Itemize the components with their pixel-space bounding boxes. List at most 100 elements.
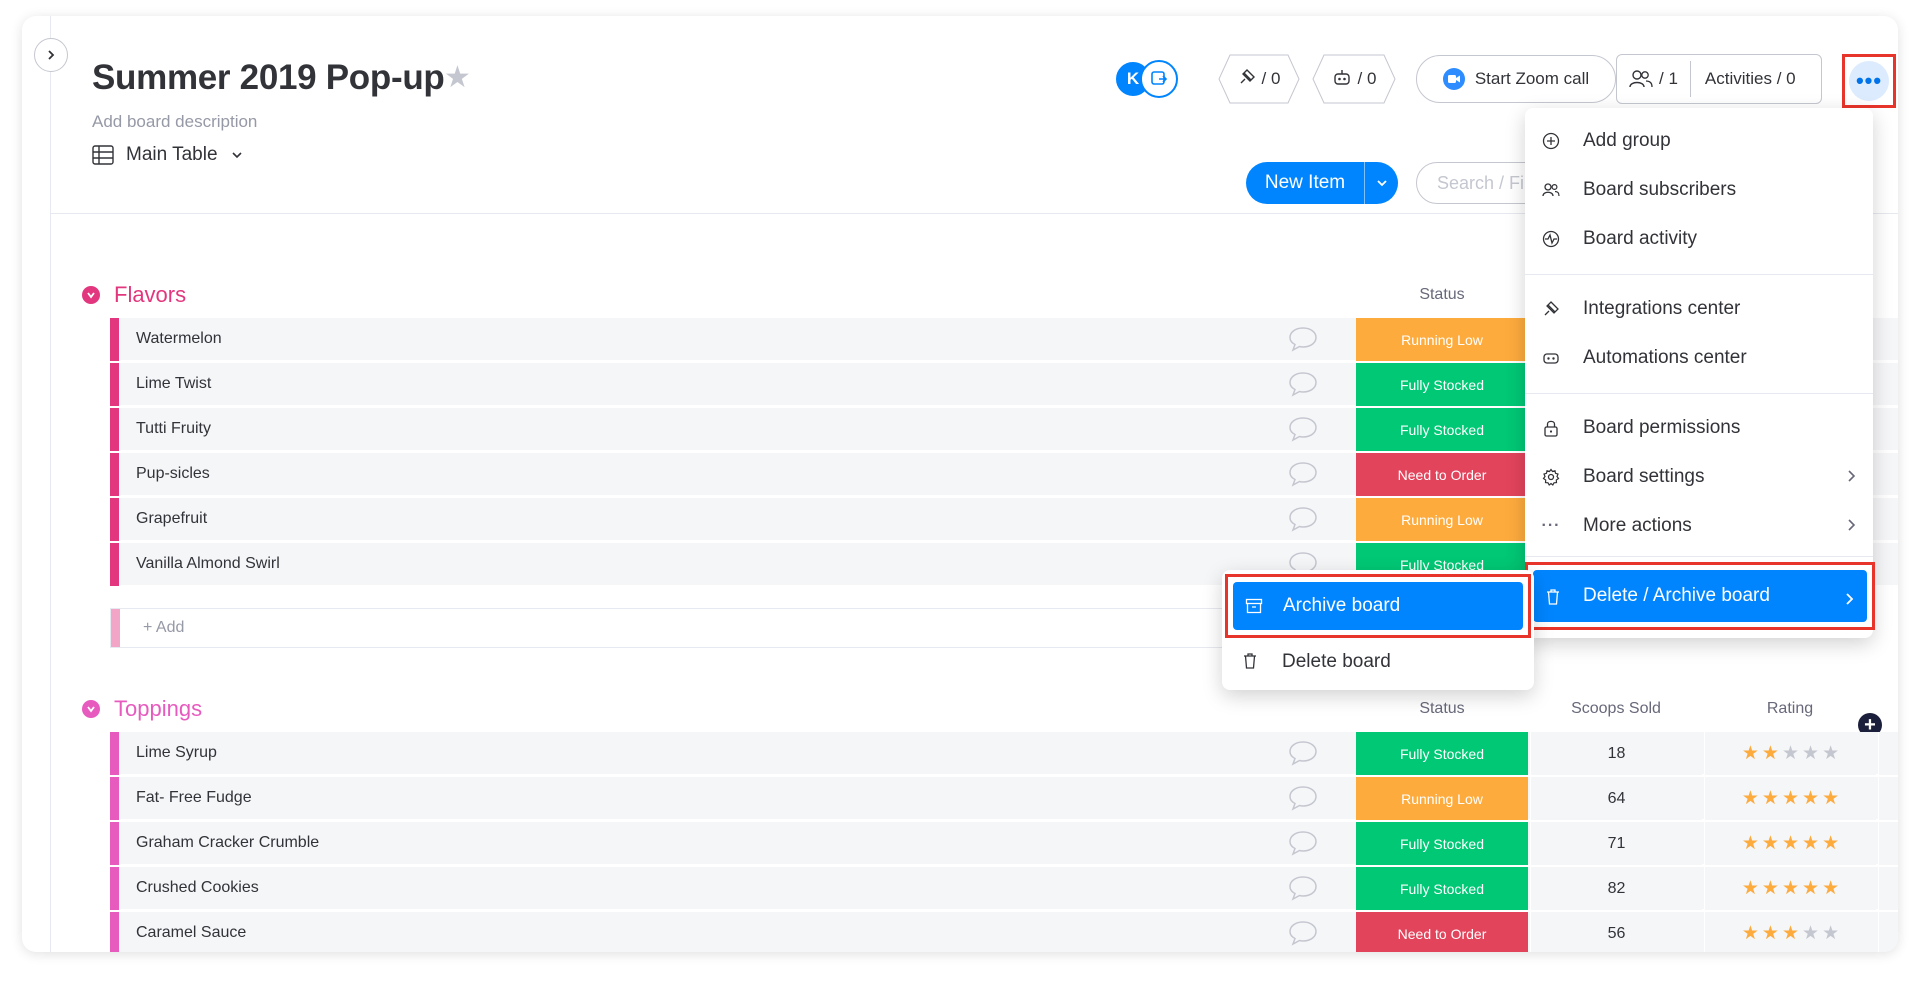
comment-icon[interactable] xyxy=(1288,506,1318,537)
scoops-cell[interactable]: 56 xyxy=(1530,912,1702,952)
rating-star-icon[interactable]: ★ xyxy=(1742,742,1759,765)
comment-icon[interactable] xyxy=(1288,326,1318,357)
item-name[interactable]: Caramel Sauce xyxy=(136,924,246,942)
rating-star-icon[interactable]: ★ xyxy=(1802,742,1819,765)
menu-item-automations-center[interactable]: Automations center xyxy=(1525,337,1873,379)
new-item-button[interactable]: New Item xyxy=(1246,162,1398,204)
comment-icon[interactable] xyxy=(1288,371,1318,402)
add-item-row[interactable]: + Add xyxy=(110,608,1310,648)
comment-icon[interactable] xyxy=(1288,461,1318,492)
rating-star-icon[interactable]: ★ xyxy=(1782,832,1799,855)
item-name[interactable]: Graham Cracker Crumble xyxy=(136,834,319,852)
column-header-status[interactable]: Status xyxy=(1356,286,1528,304)
collapse-group-icon[interactable] xyxy=(82,700,100,718)
table-row[interactable]: Lime Syrup Fully Stocked 18 ★ ★ ★ ★ ★ xyxy=(110,732,1898,775)
status-cell[interactable]: Running Low xyxy=(1356,498,1528,541)
members-button[interactable]: / 1 xyxy=(1617,69,1690,89)
favorite-star-icon[interactable]: ★ xyxy=(444,60,471,95)
rating-star-icon[interactable]: ★ xyxy=(1822,922,1839,945)
start-zoom-call-button[interactable]: Start Zoom call xyxy=(1416,55,1616,103)
scoops-cell[interactable]: 71 xyxy=(1530,822,1702,865)
item-name[interactable]: Lime Syrup xyxy=(136,744,217,762)
table-row[interactable]: Crushed Cookies Fully Stocked 82 ★ ★ ★ ★ ★ xyxy=(110,867,1898,910)
rating-star-icon[interactable]: ★ xyxy=(1742,877,1759,900)
item-name[interactable]: Crushed Cookies xyxy=(136,879,259,897)
rating-star-icon[interactable]: ★ xyxy=(1822,742,1839,765)
status-cell[interactable]: Need to Order xyxy=(1356,912,1528,952)
comment-icon[interactable] xyxy=(1288,785,1318,816)
menu-item-more-actions[interactable]: ··· More actions xyxy=(1525,505,1873,547)
rating-star-icon[interactable]: ★ xyxy=(1802,877,1819,900)
menu-item-board-permissions[interactable]: Board permissions xyxy=(1525,407,1873,449)
status-cell[interactable]: Fully Stocked xyxy=(1356,732,1528,775)
board-members-avatars[interactable]: K xyxy=(1114,60,1184,100)
table-row[interactable]: Graham Cracker Crumble Fully Stocked 71 ★ ★ ★… xyxy=(110,822,1898,865)
rating-cell[interactable]: ★ ★ ★ ★ ★ xyxy=(1704,732,1876,775)
status-cell[interactable]: Running Low xyxy=(1356,777,1528,820)
item-name[interactable]: Tutti Fruity xyxy=(136,420,211,438)
comment-icon[interactable] xyxy=(1288,416,1318,447)
group-title[interactable]: Flavors xyxy=(114,282,186,308)
rating-star-icon[interactable]: ★ xyxy=(1762,832,1779,855)
status-cell[interactable]: Fully Stocked xyxy=(1356,408,1528,451)
rating-cell[interactable]: ★ ★ ★ ★ ★ xyxy=(1704,777,1876,820)
group-title[interactable]: Toppings xyxy=(114,696,202,722)
expand-sidebar-button[interactable] xyxy=(34,38,68,72)
item-name[interactable]: Lime Twist xyxy=(136,375,211,393)
invite-member-icon[interactable] xyxy=(1140,60,1178,98)
rating-star-icon[interactable]: ★ xyxy=(1762,787,1779,810)
column-header-rating[interactable]: Rating xyxy=(1704,700,1876,718)
comment-icon[interactable] xyxy=(1288,830,1318,861)
rating-cell[interactable]: ★ ★ ★ ★ ★ xyxy=(1704,867,1876,910)
board-title[interactable]: Summer 2019 Pop-up xyxy=(92,58,445,98)
menu-item-integrations-center[interactable]: Integrations center xyxy=(1525,288,1873,330)
rating-star-icon[interactable]: ★ xyxy=(1762,877,1779,900)
rating-cell[interactable]: ★ ★ ★ ★ ★ xyxy=(1704,822,1876,865)
status-cell[interactable]: Fully Stocked xyxy=(1356,867,1528,910)
rating-star-icon[interactable]: ★ xyxy=(1802,832,1819,855)
item-name[interactable]: Grapefruit xyxy=(136,510,207,528)
view-selector[interactable]: Main Table xyxy=(92,144,244,166)
rating-star-icon[interactable]: ★ xyxy=(1802,787,1819,810)
activities-button[interactable]: Activities / 0 xyxy=(1691,69,1810,89)
rating-star-icon[interactable]: ★ xyxy=(1822,877,1839,900)
table-row[interactable]: Caramel Sauce Need to Order 56 ★ ★ ★ ★ ★ xyxy=(110,912,1898,952)
rating-star-icon[interactable]: ★ xyxy=(1762,922,1779,945)
rating-star-icon[interactable]: ★ xyxy=(1782,742,1799,765)
item-name[interactable]: Fat- Free Fudge xyxy=(136,789,252,807)
rating-star-icon[interactable]: ★ xyxy=(1742,787,1759,810)
rating-cell[interactable]: ★ ★ ★ ★ ★ xyxy=(1704,912,1876,952)
menu-item-board-subscribers[interactable]: Board subscribers xyxy=(1525,169,1873,211)
column-header-scoops[interactable]: Scoops Sold xyxy=(1530,700,1702,718)
item-name[interactable]: Vanilla Almond Swirl xyxy=(136,555,280,573)
automations-button[interactable]: / 0 xyxy=(1312,54,1396,104)
comment-icon[interactable] xyxy=(1288,875,1318,906)
group-header-toppings[interactable]: Toppings xyxy=(82,696,202,722)
scoops-cell[interactable]: 18 xyxy=(1530,732,1702,775)
item-name[interactable]: Pup-sicles xyxy=(136,465,210,483)
rating-star-icon[interactable]: ★ xyxy=(1802,922,1819,945)
rating-star-icon[interactable]: ★ xyxy=(1822,787,1839,810)
group-header-flavors[interactable]: Flavors xyxy=(82,282,186,308)
comment-icon[interactable] xyxy=(1288,740,1318,771)
scoops-cell[interactable]: 64 xyxy=(1530,777,1702,820)
status-cell[interactable]: Fully Stocked xyxy=(1356,363,1528,406)
submenu-item-archive-board[interactable]: Archive board xyxy=(1225,574,1531,638)
rating-star-icon[interactable]: ★ xyxy=(1782,877,1799,900)
rating-star-icon[interactable]: ★ xyxy=(1742,832,1759,855)
status-cell[interactable]: Need to Order xyxy=(1356,453,1528,496)
status-cell[interactable]: Running Low xyxy=(1356,318,1528,361)
comment-icon[interactable] xyxy=(1288,920,1318,951)
collapse-group-icon[interactable] xyxy=(82,286,100,304)
board-menu-button[interactable]: ••• xyxy=(1842,54,1896,108)
status-cell[interactable]: Fully Stocked xyxy=(1356,822,1528,865)
menu-item-board-settings[interactable]: Board settings xyxy=(1525,456,1873,498)
integrations-button[interactable]: / 0 xyxy=(1218,54,1300,104)
menu-item-add-group[interactable]: Add group xyxy=(1525,120,1873,162)
item-name[interactable]: Watermelon xyxy=(136,330,222,348)
scoops-cell[interactable]: 82 xyxy=(1530,867,1702,910)
column-header-status[interactable]: Status xyxy=(1356,700,1528,718)
rating-star-icon[interactable]: ★ xyxy=(1782,787,1799,810)
rating-star-icon[interactable]: ★ xyxy=(1822,832,1839,855)
new-item-dropdown[interactable] xyxy=(1364,162,1398,204)
